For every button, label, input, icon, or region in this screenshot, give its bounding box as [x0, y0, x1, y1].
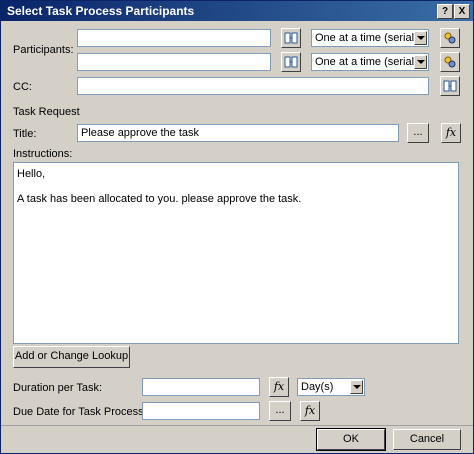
function-icon: fx — [445, 126, 457, 139]
help-button[interactable]: ? — [437, 4, 453, 19]
address-book-button-2[interactable] — [281, 52, 301, 72]
title-browse-button[interactable]: ... — [407, 123, 429, 143]
chevron-down-icon — [414, 31, 427, 45]
participant-order-select-1[interactable]: One at a time (serial) — [311, 29, 429, 47]
role-picker-button-2[interactable] — [440, 52, 460, 72]
title-label: Title: — [13, 128, 37, 140]
address-book-button-1[interactable] — [281, 28, 301, 48]
instructions-line-2 — [17, 180, 455, 193]
participants-label: Participants: — [13, 44, 74, 56]
close-button[interactable]: X — [454, 4, 470, 19]
due-date-label: Due Date for Task Process: — [13, 406, 147, 418]
cc-address-book-button[interactable] — [440, 76, 460, 96]
participant-input-1[interactable] — [77, 29, 271, 47]
address-book-icon — [443, 80, 457, 92]
chevron-down-icon — [350, 380, 363, 394]
address-book-icon — [284, 56, 298, 68]
instructions-line-3: A task has been allocated to you. please… — [17, 193, 302, 205]
participant-order-select-2[interactable]: One at a time (serial) — [311, 53, 429, 71]
role-picker-button-1[interactable] — [440, 28, 460, 48]
due-date-browse-button[interactable]: ... — [269, 401, 291, 421]
instructions-label: Instructions: — [13, 148, 73, 160]
task-title-input[interactable]: Please approve the task — [77, 124, 399, 142]
due-date-function-button[interactable]: fx — [300, 401, 320, 421]
instructions-textarea[interactable]: Hello, A task has been allocated to you.… — [13, 162, 459, 344]
duration-unit-value: Day(s) — [301, 381, 334, 393]
dialog-title: Select Task Process Participants — [7, 4, 195, 18]
function-icon: fx — [273, 380, 285, 393]
title-function-button[interactable]: fx — [441, 123, 461, 143]
cc-label: CC: — [13, 81, 32, 93]
address-book-icon — [284, 32, 298, 44]
task-request-heading: Task Request — [13, 106, 80, 118]
ok-button[interactable]: OK — [316, 428, 386, 451]
workflow-role-icon — [444, 56, 456, 68]
instructions-line-1: Hello, — [17, 168, 46, 180]
duration-unit-select[interactable]: Day(s) — [297, 378, 365, 396]
participant-order-value-1: One at a time (serial) — [315, 32, 418, 44]
due-date-input[interactable] — [142, 402, 260, 420]
workflow-role-icon — [444, 32, 456, 44]
dialog-window: Select Task Process Participants ? X Par… — [0, 0, 474, 454]
title-bar[interactable]: Select Task Process Participants ? X — [1, 1, 473, 21]
cancel-button[interactable]: Cancel — [393, 429, 461, 450]
participant-order-value-2: One at a time (serial) — [315, 56, 418, 68]
function-icon: fx — [304, 404, 316, 417]
duration-function-button[interactable]: fx — [269, 377, 289, 397]
cc-input[interactable] — [77, 77, 429, 95]
duration-label: Duration per Task: — [13, 382, 103, 394]
chevron-down-icon — [414, 55, 427, 69]
add-or-change-lookup-button[interactable]: Add or Change Lookup — [13, 346, 130, 368]
duration-input[interactable] — [142, 378, 260, 396]
participant-input-2[interactable] — [77, 53, 271, 71]
